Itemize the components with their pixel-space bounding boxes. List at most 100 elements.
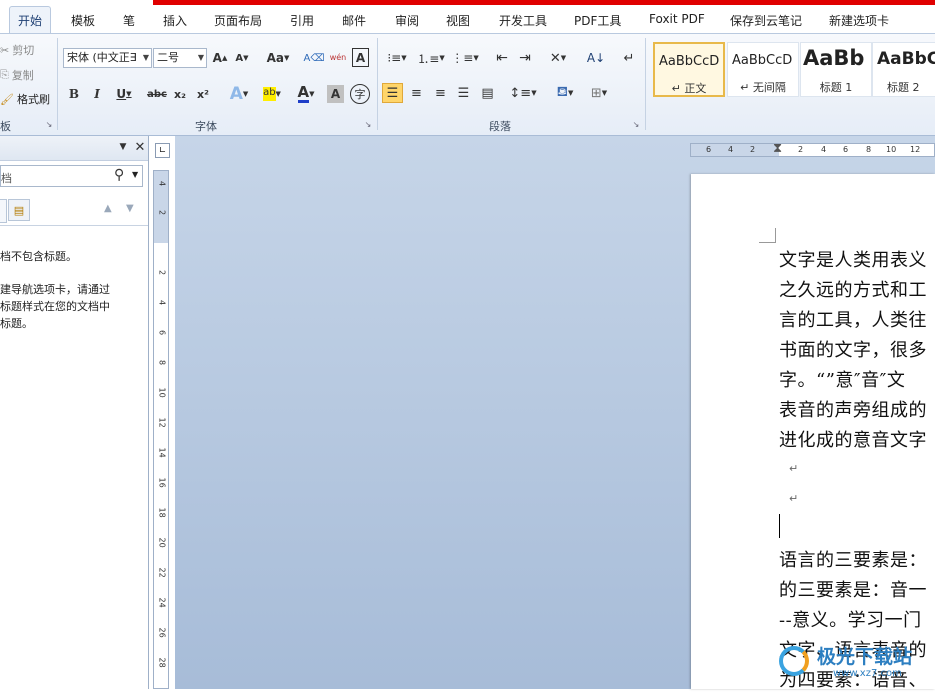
cut-button[interactable]: ✂ 剪切	[0, 42, 34, 58]
dialog-launcher-icon[interactable]: ↘	[44, 118, 54, 130]
font-name-combo[interactable]: 宋体 (中文正∃ ▼	[63, 48, 152, 68]
pane-options-icon[interactable]: ▼	[116, 140, 130, 154]
text-line[interactable]: 的三要素是：音一	[779, 576, 927, 602]
change-case-button[interactable]: Aa ▼	[264, 48, 292, 68]
chinese-layout-icon[interactable]: ✕ ▼	[546, 48, 570, 68]
close-icon[interactable]: ✕	[133, 139, 147, 155]
line-spacing-icon[interactable]: ↕≡ ▼	[509, 83, 536, 103]
align-right-icon[interactable]: ≡	[430, 83, 451, 103]
text-line[interactable]: 之久远的方式和工	[779, 276, 927, 302]
ruler-tick: 12	[910, 145, 921, 154]
tab-stop-selector[interactable]: ∟	[155, 143, 170, 158]
pages-view-icon[interactable]: ▤	[8, 199, 30, 221]
format-painter-button[interactable]: 🖌 格式刷	[0, 91, 50, 107]
numbering-icon[interactable]: ⒈≡ ▼	[417, 48, 444, 68]
tab-save-cloud-note[interactable]: 保存到云笔记	[730, 12, 802, 29]
bold-button[interactable]: B	[66, 84, 82, 104]
copy-button[interactable]: ⎘ 复制	[0, 67, 34, 83]
highlight-button[interactable]: ab ▼	[257, 84, 287, 104]
subscript-button[interactable]: x₂	[171, 84, 189, 104]
increase-indent-icon[interactable]: ⇥	[515, 48, 535, 68]
clipboard-group-label: 板	[0, 120, 11, 133]
search-icon[interactable]: ⚲	[114, 167, 124, 183]
paragraph-mark: ↵	[789, 462, 799, 475]
navigation-pane-body: 档不包含标题。 建导航选项卡，请通过 标题样式在您的文档中 标题。	[0, 225, 148, 690]
character-border-button[interactable]: A	[352, 48, 369, 67]
navigation-search-input[interactable]: 档 ⚲ ▼	[0, 165, 143, 187]
text-cursor	[779, 514, 780, 538]
tab-pdf-tools[interactable]: PDF工具	[574, 12, 621, 29]
tab-view[interactable]: 视图	[446, 12, 470, 29]
justify-icon[interactable]: ☰	[453, 83, 474, 103]
tab-page-layout[interactable]: 页面布局	[214, 12, 262, 29]
strikethrough-icon: abc	[147, 88, 167, 100]
bullets-icon[interactable]: ⁝≡ ▼	[384, 48, 410, 68]
next-heading-icon[interactable]: ▼	[126, 203, 134, 214]
decrease-indent-icon[interactable]: ⇤	[492, 48, 512, 68]
nav-message-line: 档不包含标题。	[0, 250, 77, 263]
ruler-tick: 4	[157, 180, 167, 187]
tab-new-tab[interactable]: 新建选项卡	[829, 12, 889, 29]
font-color-icon: A	[297, 83, 310, 103]
tab-mailings[interactable]: 邮件	[342, 12, 366, 29]
underline-button[interactable]: U ▼	[112, 84, 136, 104]
text-line[interactable]: 书面的文字，很多	[779, 336, 927, 362]
watermark-text: 极光下载站	[817, 646, 913, 668]
multilevel-list-icon[interactable]: ⋮≡ ▼	[451, 48, 478, 68]
tab-home[interactable]: 开始	[9, 6, 52, 34]
style-sample: AaBb	[803, 46, 865, 70]
tab-results[interactable]	[0, 199, 7, 223]
text-line[interactable]: 文字是人类用表义	[779, 246, 927, 272]
text-line[interactable]: 字。“”意″音″文	[779, 366, 905, 392]
tab-references[interactable]: 引用	[290, 12, 314, 29]
style-no-spacing[interactable]: AaBbCcD ↵ 无间隔	[727, 42, 799, 97]
enclose-characters-button[interactable]: 字	[350, 84, 370, 104]
pinyin-guide-button[interactable]: wén	[328, 46, 348, 68]
sort-icon[interactable]: A↓	[586, 48, 606, 68]
style-heading-2[interactable]: AaBbC 标题 2	[872, 42, 935, 97]
ruler-tick: 2	[157, 209, 167, 216]
align-center-icon[interactable]: ≡	[406, 83, 427, 103]
superscript-button[interactable]: x²	[194, 84, 212, 104]
chevron-down-icon[interactable]: ▼	[132, 170, 138, 179]
style-normal[interactable]: AaBbCcD ↵ 正文	[653, 42, 725, 97]
distributed-icon[interactable]: ▤	[477, 83, 498, 103]
ruler-tick: 6	[157, 329, 167, 336]
tab-templates[interactable]: 模板	[71, 12, 95, 29]
font-size-combo[interactable]: 二号 ▼	[153, 48, 207, 68]
text-line[interactable]: 表音的声旁组成的	[779, 396, 927, 422]
text-effects-button[interactable]: A ▼	[226, 84, 252, 104]
vertical-ruler[interactable]: 4 2 2 4 6 8 10 12 14 16 18 20 22 24 26 2…	[153, 170, 169, 689]
grow-font-button[interactable]: A ▲	[211, 48, 229, 68]
tab-review[interactable]: 审阅	[395, 12, 419, 29]
text-line[interactable]: --意义。学习一门	[779, 606, 922, 632]
ruler-tick: 6	[706, 145, 712, 154]
ruler-tick: 8	[157, 359, 167, 366]
text-line[interactable]: 言的工具，人类往	[779, 306, 927, 332]
previous-heading-icon[interactable]: ▲	[104, 203, 112, 214]
indent-marker-icon[interactable]: ⧗	[773, 141, 782, 156]
dialog-launcher-icon[interactable]: ↘	[631, 118, 641, 130]
shrink-font-button[interactable]: A ▼	[233, 48, 251, 68]
tab-insert[interactable]: 插入	[163, 12, 187, 29]
shading-bucket-icon[interactable]: ⛾ ▼	[550, 83, 580, 103]
document-page[interactable]: 文字是人类用表义 之久远的方式和工 言的工具，人类往 书面的文字，很多 字。“”…	[691, 174, 935, 691]
horizontal-ruler[interactable]: 6 4 2 ⧗ 2 4 6 8 10 12	[690, 141, 935, 157]
borders-icon[interactable]: ⊞ ▼	[586, 83, 612, 103]
text-line[interactable]: 语言的三要素是：	[779, 546, 927, 572]
strikethrough-button[interactable]: abc	[146, 84, 168, 104]
character-shading-button[interactable]: A	[327, 85, 344, 103]
font-color-button[interactable]: A ▼	[292, 84, 320, 104]
show-marks-icon[interactable]: ↵	[620, 48, 638, 68]
tab-pen[interactable]: 笔	[123, 12, 135, 29]
style-name: 标题 1	[819, 81, 853, 94]
tab-foxit-pdf[interactable]: Foxit PDF	[649, 12, 705, 26]
paragraph-mark: ↵	[789, 492, 799, 505]
align-left-icon[interactable]: ☰	[382, 83, 403, 103]
clear-format-icon[interactable]: A⌫	[304, 48, 325, 68]
text-line[interactable]: 进化成的意音文字	[779, 426, 927, 452]
dialog-launcher-icon[interactable]: ↘	[363, 118, 373, 130]
style-heading-1[interactable]: AaBb 标题 1	[800, 42, 872, 97]
italic-button[interactable]: I	[89, 84, 105, 104]
tab-developer[interactable]: 开发工具	[499, 12, 547, 29]
